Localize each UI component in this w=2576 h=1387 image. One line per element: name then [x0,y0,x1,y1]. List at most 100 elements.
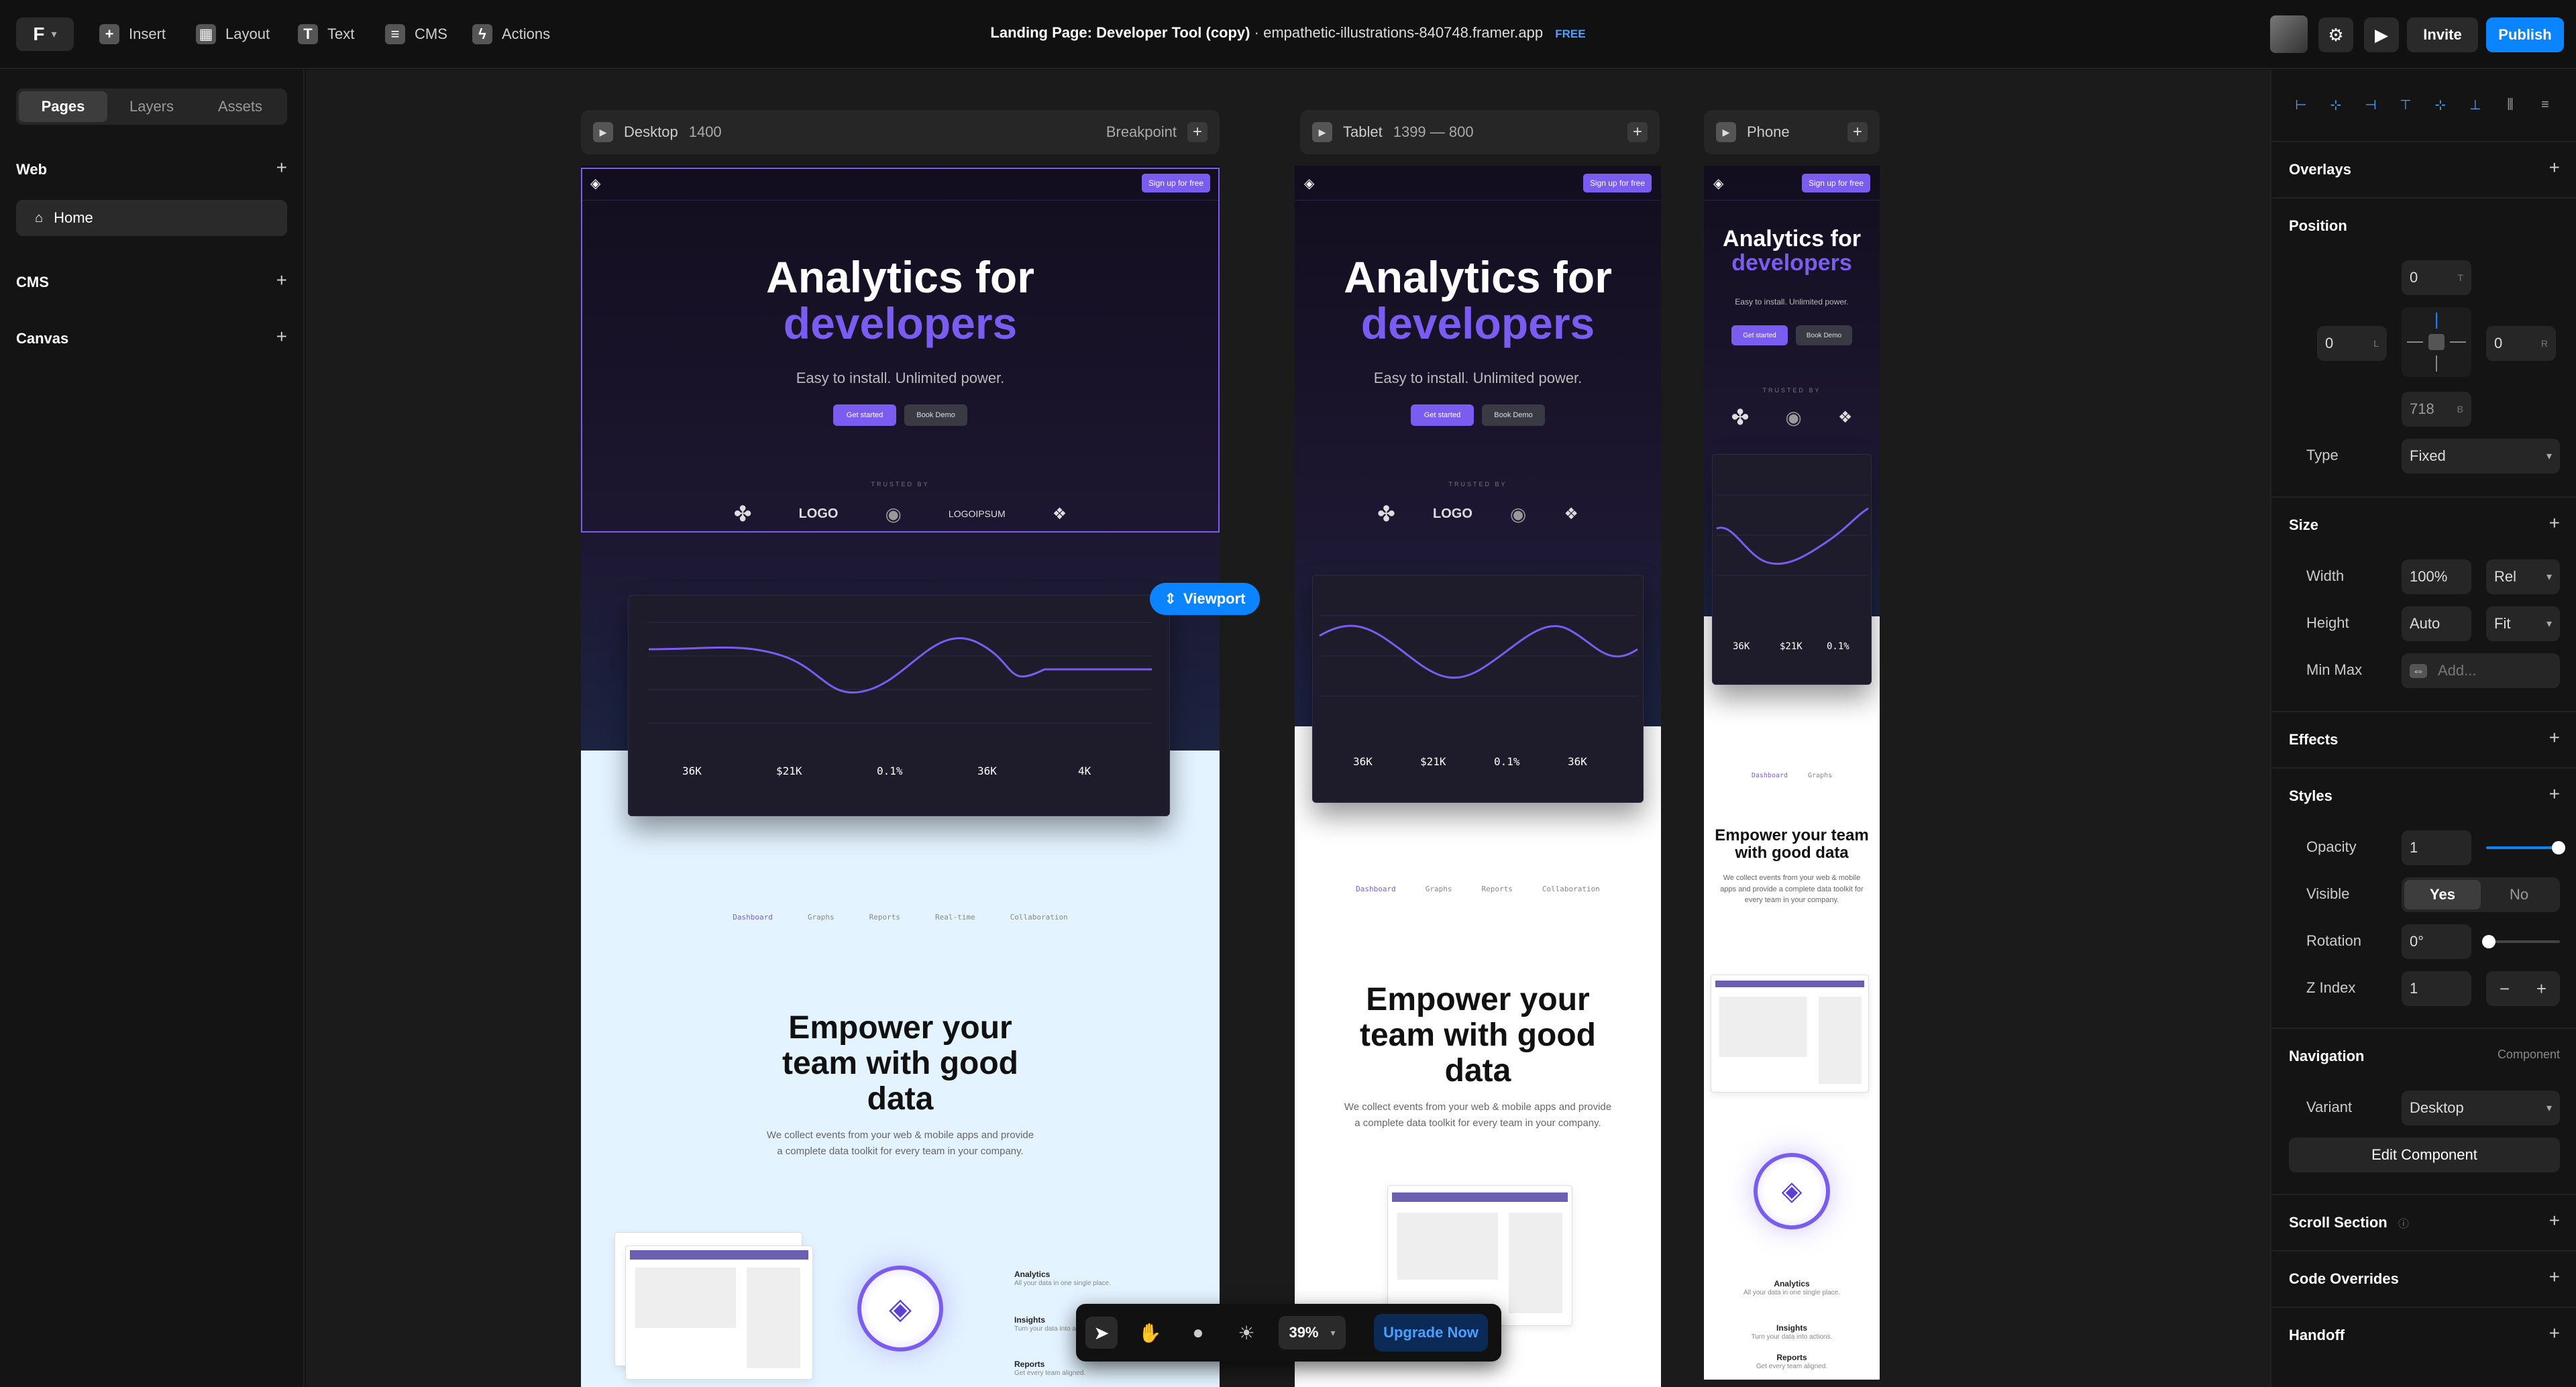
visible-no-option[interactable]: No [2481,880,2557,909]
align-center-v-icon[interactable]: ⊹ [2431,95,2450,114]
position-left-input[interactable]: 0L [2317,326,2387,361]
settings-button[interactable]: ⚙ [2318,17,2353,52]
tab-dashboard[interactable]: Dashboard [1752,772,1788,779]
phone-breakpoint-header[interactable]: ▶ Phone + [1704,110,1880,154]
sidebar-item-home[interactable]: ⌂ Home [16,200,287,236]
tab-pages[interactable]: Pages [19,91,107,122]
theme-toggle[interactable]: ☀ [1230,1317,1263,1349]
tablet-size: 1399 — 800 [1393,123,1474,140]
selection-outline[interactable] [581,168,1220,533]
tab-graphs[interactable]: Graphs [1426,885,1452,893]
upgrade-button[interactable]: Upgrade Now [1374,1314,1488,1351]
add-page-button[interactable]: + [276,157,287,178]
actions-button[interactable]: ϟ Actions [472,17,550,51]
tab-graphs[interactable]: Graphs [1808,772,1832,779]
height-unit-select[interactable]: Fit ▾ [2486,606,2560,641]
text-button[interactable]: T Text [298,17,354,51]
add-code-override-button[interactable]: + [2549,1266,2560,1288]
variant-select[interactable]: Desktop ▾ [2402,1091,2560,1125]
comment-tool[interactable]: ● [1182,1317,1214,1349]
align-top-icon[interactable]: ⊤ [2396,95,2415,114]
distribute-v-icon[interactable]: ≡ [2536,95,2555,114]
slider-thumb[interactable] [2552,841,2565,854]
height-input[interactable]: Auto [2402,606,2471,641]
add-style-button[interactable]: + [2549,783,2560,805]
add-overlay-button[interactable]: + [2549,157,2560,178]
sidebar-tabs: Pages Layers Assets [16,89,287,125]
width-unit-select[interactable]: Rel ▾ [2486,559,2560,594]
insert-button[interactable]: + Insert [99,17,166,51]
position-type-select[interactable]: Fixed ▾ [2402,439,2560,474]
visible-yes-option[interactable]: Yes [2404,880,2481,909]
get-started-button[interactable]: Get started [1731,325,1788,345]
width-input[interactable]: 100% [2402,559,2471,594]
viewport-badge[interactable]: ⇕ Viewport [1150,583,1260,615]
add-breakpoint-button[interactable]: + [1187,122,1208,142]
minus-icon[interactable]: − [2500,979,2510,999]
rotation-slider[interactable] [2482,935,2560,948]
get-started-button[interactable]: Get started [1411,404,1474,426]
add-button[interactable]: + [1847,122,1868,142]
add-cms-button[interactable]: + [276,270,287,291]
book-demo-button[interactable]: Book Demo [1482,404,1545,426]
add-canvas-button[interactable]: + [276,326,287,347]
minmax-input[interactable]: ⇔ Add... [2402,653,2560,688]
avatar[interactable] [2270,15,2308,53]
invite-button[interactable]: Invite [2407,17,2478,52]
tab-assets[interactable]: Assets [196,91,284,122]
phone-frame[interactable]: ◈ Sign up for free Analytics for develop… [1704,166,1880,1380]
signup-button[interactable]: Sign up for free [1582,174,1652,192]
preview-button[interactable]: ▶ [2364,17,2399,52]
info-icon[interactable]: ⓘ [2398,1219,2409,1230]
opacity-slider[interactable] [2486,841,2565,854]
tab-collaboration[interactable]: Collaboration [1010,913,1068,922]
play-icon[interactable]: ▶ [1716,122,1736,142]
cms-button[interactable]: ≡ CMS [385,17,447,51]
book-demo-button[interactable]: Book Demo [1796,325,1852,345]
tab-graphs[interactable]: Graphs [808,913,835,922]
zindex-input[interactable]: 1 [2402,971,2471,1006]
select-tool[interactable]: ➤ [1085,1317,1118,1349]
tab-reports[interactable]: Reports [1481,885,1512,893]
play-icon[interactable]: ▶ [593,122,613,142]
framer-menu-button[interactable]: F ▾ [16,17,74,51]
tab-dashboard[interactable]: Dashboard [1356,885,1396,893]
add-effect-button[interactable]: + [2549,727,2560,748]
slider-thumb[interactable] [2482,935,2496,948]
tablet-breakpoint-header[interactable]: ▶ Tablet 1399 — 800 + [1300,110,1660,154]
add-scroll-section-button[interactable]: + [2549,1210,2560,1231]
edit-component-button[interactable]: Edit Component [2289,1138,2560,1172]
tablet-frame[interactable]: ◈ Sign up for free Analytics for develop… [1295,166,1661,1387]
add-size-button[interactable]: + [2549,512,2560,534]
document-title[interactable]: Landing Page: Developer Tool (copy) · em… [738,24,1838,42]
publish-button[interactable]: Publish [2486,17,2564,52]
position-top-input[interactable]: 0T [2402,260,2471,295]
align-right-icon[interactable]: ⊣ [2361,95,2380,114]
tab-layers[interactable]: Layers [107,91,196,122]
plus-icon[interactable]: + [2536,979,2546,999]
hand-tool[interactable]: ✋ [1134,1317,1166,1349]
add-button[interactable]: + [1627,122,1648,142]
tab-reports[interactable]: Reports [869,913,900,922]
align-center-h-icon[interactable]: ⊹ [2326,95,2345,114]
signup-button[interactable]: Sign up for free [1801,174,1870,192]
add-handoff-button[interactable]: + [2549,1323,2560,1344]
position-pin-widget[interactable] [2402,307,2471,377]
align-left-icon[interactable]: ⊢ [2292,95,2310,114]
align-bottom-icon[interactable]: ⊥ [2466,95,2485,114]
desktop-breakpoint-header[interactable]: ▶ Desktop 1400 Breakpoint + [581,110,1220,154]
tab-real-time[interactable]: Real-time [935,913,975,922]
canvas[interactable]: ▶ Desktop 1400 Breakpoint + ▶ Tablet 139… [306,70,2270,1387]
play-icon[interactable]: ▶ [1312,122,1332,142]
distribute-h-icon[interactable]: ⫼ [2501,95,2520,114]
opacity-input[interactable]: 1 [2402,830,2471,865]
tab-dashboard[interactable]: Dashboard [733,913,773,922]
zoom-select[interactable]: 39% ▾ [1279,1316,1346,1349]
tab-collaboration[interactable]: Collaboration [1542,885,1600,893]
visible-toggle[interactable]: Yes No [2402,877,2560,912]
position-bottom-input[interactable]: 718 B [2402,392,2471,427]
zindex-stepper[interactable]: − + [2486,971,2560,1006]
layout-button[interactable]: ▦ Layout [196,17,270,51]
rotation-input[interactable]: 0° [2402,924,2471,959]
position-right-input[interactable]: 0R [2486,326,2556,361]
